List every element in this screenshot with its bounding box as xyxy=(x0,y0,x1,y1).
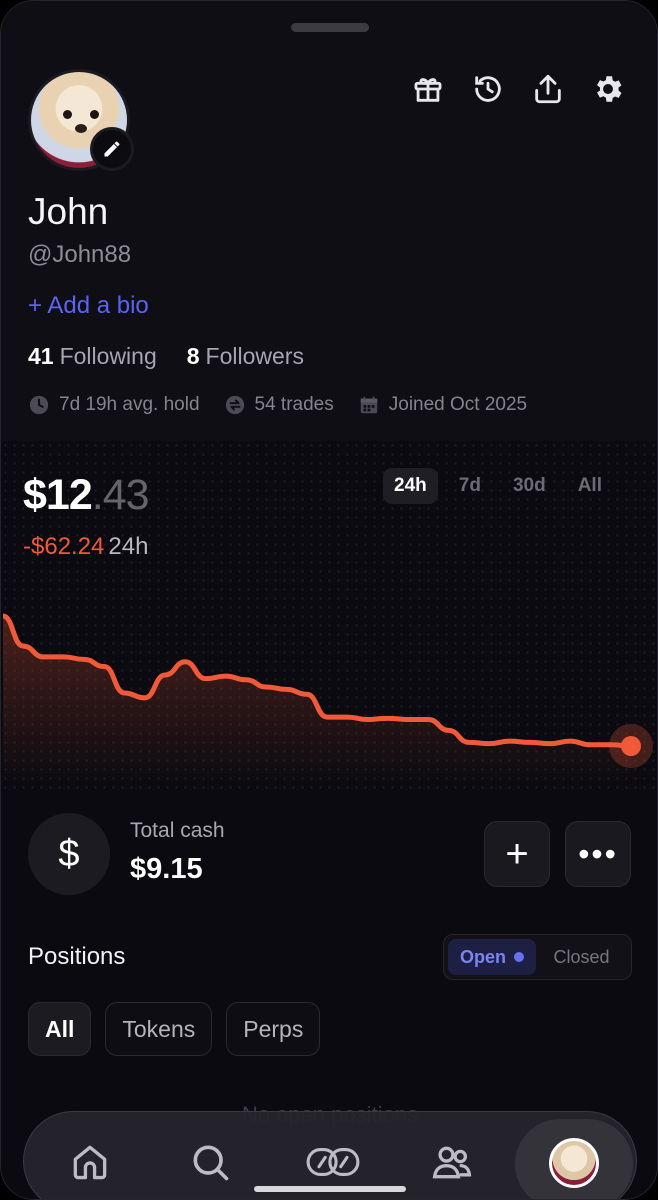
toggle-open-label: Open xyxy=(459,946,506,967)
joined-text: Joined Oct 2025 xyxy=(388,394,528,415)
filter-tokens[interactable]: Tokens xyxy=(105,1002,213,1056)
share-button[interactable] xyxy=(529,69,567,109)
range-all[interactable]: All xyxy=(567,468,613,504)
portfolio-balance: $12.43 xyxy=(23,471,150,520)
range-7d[interactable]: 7d xyxy=(448,468,492,504)
nav-home[interactable] xyxy=(65,1137,115,1187)
positions-status-toggle: Open Closed xyxy=(443,934,632,980)
total-cash-label: Total cash xyxy=(130,819,225,842)
change-period: 24h xyxy=(108,533,149,560)
home-indicator xyxy=(254,1186,406,1192)
app-screen: John @John88 + Add a bio 41 Following 8 Fo… xyxy=(0,0,658,1200)
history-icon xyxy=(475,76,501,102)
balance-whole: $12 xyxy=(23,471,93,519)
share-icon xyxy=(535,74,561,104)
edit-avatar-button[interactable] xyxy=(90,127,134,171)
gift-icon xyxy=(414,78,442,102)
portfolio-change: -$62.24 24h xyxy=(23,533,148,561)
positions-title: Positions xyxy=(28,943,126,970)
dollar-icon: $ xyxy=(28,813,110,895)
avatar-nose xyxy=(75,124,87,133)
filter-perps[interactable]: Perps xyxy=(226,1002,321,1056)
change-amount: -$62.24 xyxy=(23,533,105,560)
more-options-button[interactable]: ••• xyxy=(565,821,631,887)
swap-icon xyxy=(225,395,244,415)
range-24h[interactable]: 24h xyxy=(383,468,438,504)
avatar-eye-left xyxy=(63,110,72,119)
header-actions xyxy=(409,69,627,109)
gift-button[interactable] xyxy=(409,69,447,109)
joined-stat: Joined Oct 2025 xyxy=(358,394,527,416)
range-30d[interactable]: 30d xyxy=(502,468,557,504)
add-cash-button[interactable]: + xyxy=(484,821,550,887)
history-button[interactable] xyxy=(469,69,507,109)
avg-hold-text: 7d 19h avg. hold xyxy=(59,394,200,415)
sheet-grabber[interactable] xyxy=(291,23,369,32)
position-filters: All Tokens Perps xyxy=(28,1002,321,1056)
home-icon xyxy=(73,1145,107,1180)
chart-endpoint-dot xyxy=(621,736,641,756)
followers-count: 8 xyxy=(186,343,200,369)
friends-icon xyxy=(432,1146,472,1179)
range-selector: 24h 7d 30d All xyxy=(383,468,613,504)
settings-button[interactable] xyxy=(589,69,627,109)
profile-handle: @John88 xyxy=(28,241,132,268)
followers-label: Followers xyxy=(205,343,304,369)
toggle-open[interactable]: Open xyxy=(448,939,536,975)
trades-stat: 54 trades xyxy=(224,394,334,416)
total-cash-value: $9.15 xyxy=(130,853,203,885)
followers-link[interactable]: 8 Followers xyxy=(187,343,304,370)
avg-hold-stat: 7d 19h avg. hold xyxy=(28,394,200,416)
nav-profile-avatar[interactable] xyxy=(549,1138,599,1188)
nav-search[interactable] xyxy=(185,1137,235,1187)
add-bio-link[interactable]: + Add a bio xyxy=(28,292,149,320)
nav-friends[interactable] xyxy=(427,1137,477,1187)
follow-stats: 41 Following 8 Followers xyxy=(28,343,304,370)
settings-icon xyxy=(597,76,622,102)
following-link[interactable]: 41 Following xyxy=(28,343,157,370)
nav-trade[interactable] xyxy=(305,1137,361,1187)
open-dot-icon xyxy=(514,952,524,962)
toggle-closed[interactable]: Closed xyxy=(536,947,627,968)
trades-text: 54 trades xyxy=(254,394,334,415)
clock-icon xyxy=(29,395,49,415)
pencil-icon xyxy=(104,141,120,157)
search-icon xyxy=(193,1145,229,1181)
balance-cents: .43 xyxy=(91,471,150,519)
following-label: Following xyxy=(59,343,157,369)
profile-meta: 7d 19h avg. hold 54 trades Joined Oct 20… xyxy=(28,394,527,416)
filter-all[interactable]: All xyxy=(28,1002,92,1056)
calendar-icon xyxy=(360,396,377,414)
following-count: 41 xyxy=(28,343,54,369)
trade-icon xyxy=(306,1148,360,1176)
portfolio-line-chart xyxy=(2,613,653,786)
avatar-eye-right xyxy=(90,110,99,119)
profile-name: John xyxy=(28,191,109,232)
